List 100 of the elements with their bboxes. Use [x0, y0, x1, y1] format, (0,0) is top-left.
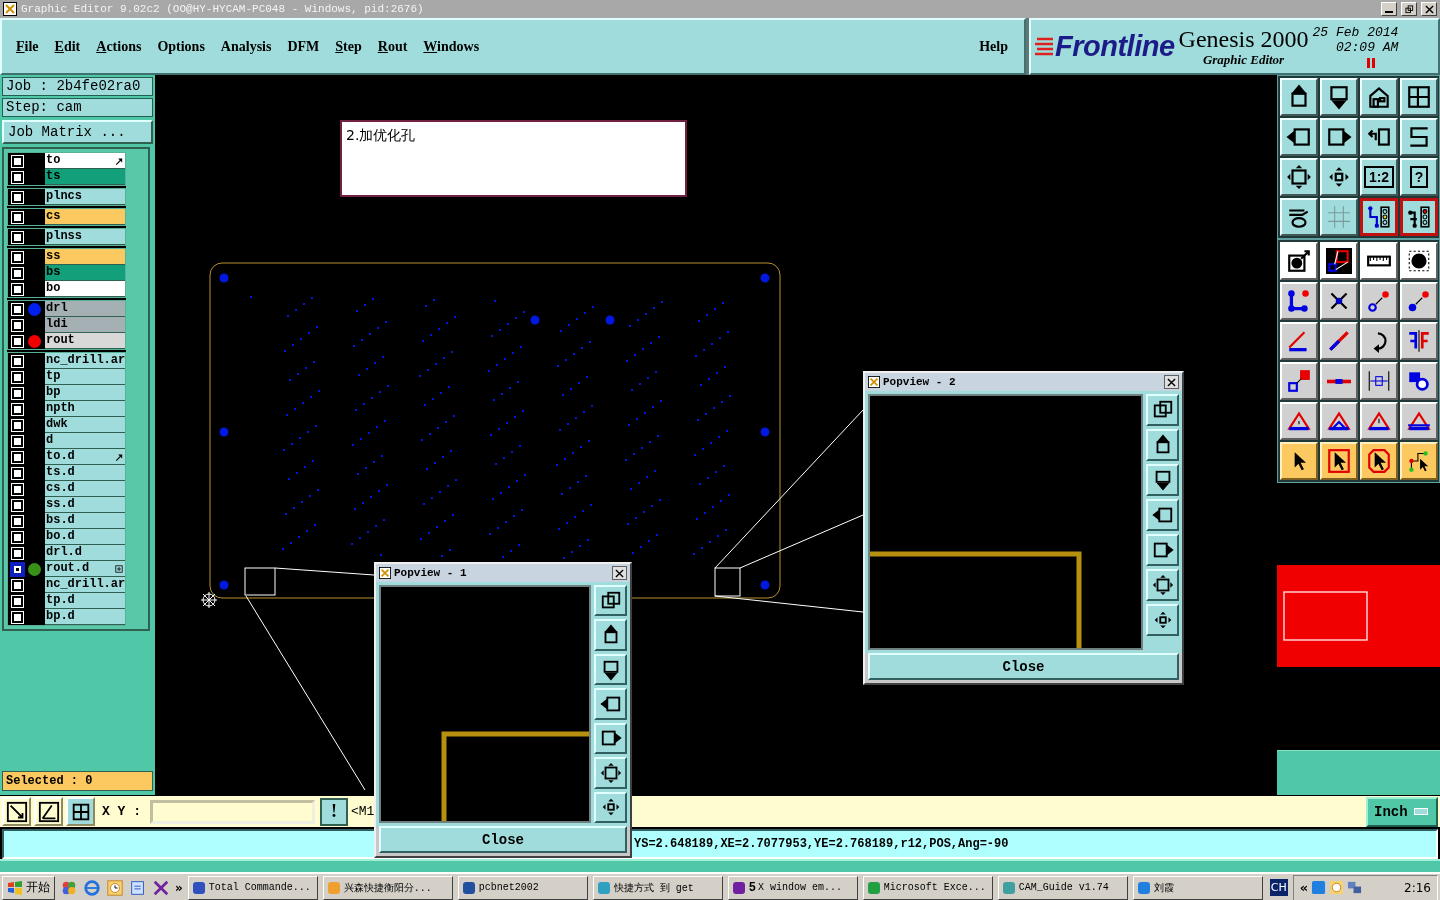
arrow-left-box-button[interactable] [1280, 118, 1318, 156]
rotate-button[interactable] [1360, 322, 1398, 360]
triangle-button[interactable] [1400, 402, 1438, 440]
layer-checkbox[interactable] [12, 371, 23, 383]
layer-checkbox[interactable] [12, 419, 23, 431]
layer-checkbox[interactable] [12, 435, 23, 447]
layer-checkbox[interactable] [12, 467, 23, 479]
tools-button[interactable] [1280, 198, 1318, 236]
layer-name[interactable]: ss.d [45, 497, 125, 513]
grid-button[interactable] [1320, 198, 1358, 236]
layer-name[interactable]: to.d [45, 449, 125, 465]
layer-name[interactable]: ts [45, 169, 125, 185]
nodes-button[interactable] [1280, 282, 1318, 320]
layer-checkbox[interactable] [12, 355, 23, 367]
cross-button[interactable] [1320, 282, 1358, 320]
page-down-button[interactable] [594, 653, 627, 686]
x-icon[interactable] [152, 878, 170, 897]
ruler-button[interactable] [1360, 242, 1398, 280]
taskbar-button[interactable]: 刘霞 [1132, 875, 1263, 900]
triangle-button[interactable] [1280, 402, 1318, 440]
dimension-button[interactable] [1360, 362, 1398, 400]
layer-checkbox[interactable] [12, 563, 23, 575]
close-button[interactable]: Close [379, 826, 627, 853]
angle-tool-button[interactable] [34, 797, 63, 826]
layer-name[interactable]: plncs [45, 189, 125, 205]
layer-name[interactable]: rout [45, 333, 125, 349]
layer-checkbox[interactable] [12, 451, 23, 463]
more-button[interactable]: » [175, 880, 183, 895]
layer-checkbox[interactable] [12, 595, 23, 607]
layer-name[interactable]: bp [45, 385, 125, 401]
minimize-button[interactable] [1381, 2, 1397, 16]
layer-name[interactable]: rout.d [45, 561, 125, 577]
layer-checkbox[interactable] [12, 403, 23, 415]
layer-checkbox[interactable] [12, 211, 23, 223]
page-down-button[interactable] [1320, 78, 1358, 116]
taskbar-button[interactable]: 兴森快捷衡阳分... [322, 875, 453, 900]
layer-name[interactable]: plnss [45, 229, 125, 245]
clock-icon[interactable] [1329, 880, 1345, 895]
clock-icon[interactable] [106, 878, 124, 897]
layer-name[interactable]: bo [45, 281, 125, 297]
pads-button[interactable] [1400, 362, 1438, 400]
menu-item[interactable]: Windows [415, 36, 488, 57]
move-point-button[interactable] [1400, 282, 1438, 320]
cursor-button[interactable] [1320, 442, 1358, 480]
taskbar-button[interactable]: Total Commande... [187, 875, 318, 900]
layer-name[interactable]: drl.d [45, 545, 125, 561]
window-grid-button[interactable] [1400, 78, 1438, 116]
app-tray-icon[interactable] [1311, 880, 1327, 895]
language-indicator[interactable]: CH [1269, 879, 1288, 896]
layer-checkbox[interactable] [12, 319, 23, 331]
center-frame-button[interactable] [1146, 604, 1179, 636]
layer-name[interactable]: tp [45, 369, 125, 385]
layer-name[interactable]: bp.d [45, 609, 125, 625]
circuit-lamp-button[interactable] [1400, 198, 1438, 236]
layer-checkbox[interactable] [12, 611, 23, 623]
fit-frame-button[interactable] [1146, 569, 1179, 601]
measure-tool-button[interactable] [2, 797, 31, 826]
layer-checkbox[interactable] [12, 251, 23, 263]
layer-name[interactable]: cs.d [45, 481, 125, 497]
job-matrix-button[interactable]: Job Matrix ... [2, 120, 153, 144]
menu-item[interactable]: Analysis [212, 36, 280, 57]
document-icon[interactable] [129, 878, 147, 897]
menu-item[interactable]: DFM [279, 36, 328, 57]
fit-frame-button[interactable] [594, 757, 627, 789]
layer-checkbox[interactable] [12, 303, 23, 315]
layer-checkbox[interactable] [12, 531, 23, 543]
tool-button[interactable]: 1:2 [1360, 158, 1398, 196]
layer-name[interactable]: ss [45, 249, 125, 265]
layer-name[interactable]: ldi [45, 317, 125, 333]
tool-button[interactable]: ? [1400, 158, 1438, 196]
arrow-left-box-button[interactable] [594, 688, 627, 720]
layer-name[interactable]: drl [45, 301, 125, 317]
move-pad-button[interactable] [1280, 242, 1318, 280]
fit-frame-button[interactable] [1280, 158, 1318, 196]
page-down-button[interactable] [1146, 464, 1179, 496]
menu-item[interactable]: Actions [88, 36, 150, 57]
taskbar-button[interactable]: pcbnet2002 [457, 875, 588, 900]
circuit-lamp-button[interactable] [1360, 198, 1398, 236]
layer-name[interactable]: bs [45, 265, 125, 281]
route-cursor-button[interactable] [1400, 442, 1438, 480]
warning-button[interactable]: ! [320, 797, 348, 826]
page-up-button[interactable] [1280, 78, 1318, 116]
start-button[interactable]: 开始 [2, 875, 55, 900]
arrow-right-box-button[interactable] [1146, 534, 1179, 566]
menu-item[interactable]: Step [327, 36, 370, 57]
menu-item[interactable]: Edit [46, 36, 89, 57]
home-button[interactable] [1360, 78, 1398, 116]
page-up-button[interactable] [594, 619, 627, 651]
triangle-button[interactable] [1320, 402, 1358, 440]
close-button[interactable]: Close [868, 653, 1179, 680]
layer-checkbox[interactable] [12, 267, 23, 279]
layer-name[interactable]: nc_drill.ar [45, 353, 125, 369]
copy-window-button[interactable] [594, 585, 627, 617]
layer-name[interactable]: cs [45, 209, 125, 225]
layer-checkbox[interactable] [12, 283, 23, 295]
angle-line-button[interactable] [1280, 322, 1318, 360]
layer-checkbox[interactable] [12, 515, 23, 527]
center-frame-button[interactable] [594, 791, 627, 823]
help-menu[interactable]: Help [971, 36, 1016, 57]
pad-button[interactable] [1400, 242, 1438, 280]
